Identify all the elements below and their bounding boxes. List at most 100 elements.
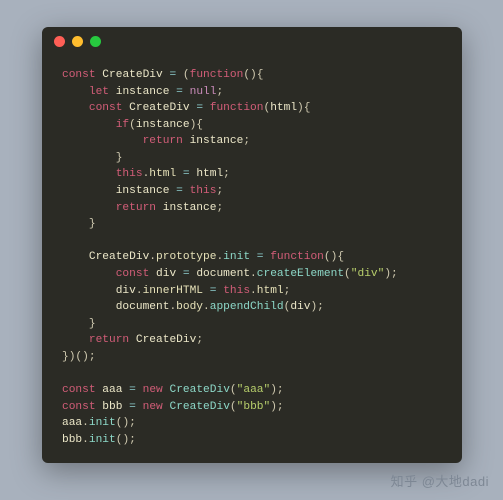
code-token: instance	[190, 135, 244, 147]
code-line	[62, 365, 442, 382]
code-token: bbb	[102, 401, 122, 413]
code-token: );	[270, 401, 283, 413]
code-line: div.innerHTML = this.html;	[62, 283, 442, 300]
code-token: .	[82, 417, 89, 429]
code-token: appendChild	[210, 301, 284, 313]
code-line: CreateDiv.prototype.init = function(){	[62, 249, 442, 266]
code-line: const aaa = new CreateDiv("aaa");	[62, 382, 442, 399]
code-token	[62, 334, 89, 346]
code-line: instance = this;	[62, 183, 442, 200]
code-line: bbb.init();	[62, 432, 442, 449]
code-token: );	[270, 384, 283, 396]
code-line: this.html = html;	[62, 166, 442, 183]
code-token	[62, 119, 116, 131]
code-token: prototype	[156, 251, 216, 263]
code-line: }	[62, 316, 442, 333]
code-token: ;	[243, 135, 250, 147]
code-token: .	[203, 301, 210, 313]
code-token: ;	[196, 334, 203, 346]
minimize-icon[interactable]	[72, 36, 83, 47]
code-line: })();	[62, 349, 442, 366]
code-token: const	[62, 384, 96, 396]
code-line	[62, 233, 442, 250]
code-token: );	[384, 268, 397, 280]
code-token: CreateDiv	[102, 69, 162, 81]
code-token	[62, 86, 89, 98]
code-token: .	[250, 285, 257, 297]
code-token	[62, 301, 116, 313]
code-token: }	[89, 318, 96, 330]
code-token: "bbb"	[237, 401, 271, 413]
code-token: =	[129, 401, 136, 413]
code-token	[62, 318, 89, 330]
code-token: })();	[62, 351, 96, 363]
code-token: (	[230, 384, 237, 396]
code-token: ){	[297, 102, 310, 114]
code-window: const CreateDiv = (function(){ let insta…	[42, 27, 462, 463]
code-token: instance	[116, 86, 170, 98]
code-token: CreateDiv	[169, 384, 229, 396]
code-token: html	[257, 285, 284, 297]
code-token: return	[89, 334, 129, 346]
code-token: this	[116, 168, 143, 180]
code-token: aaa	[62, 417, 82, 429]
code-token	[183, 135, 190, 147]
code-token	[136, 384, 143, 396]
code-token: aaa	[102, 384, 122, 396]
window-titlebar	[42, 27, 462, 55]
code-token	[62, 152, 116, 164]
code-line: const div = document.createElement("div"…	[62, 266, 442, 283]
code-token: .	[136, 285, 143, 297]
code-token	[129, 334, 136, 346]
code-token: .	[149, 251, 156, 263]
code-token: CreateDiv	[89, 251, 149, 263]
code-token: CreateDiv	[129, 102, 189, 114]
code-token: (	[129, 119, 136, 131]
code-token: CreateDiv	[169, 401, 229, 413]
code-token: if	[116, 119, 129, 131]
code-token: function	[210, 102, 264, 114]
code-token	[62, 185, 116, 197]
code-token: CreateDiv	[136, 334, 196, 346]
code-token: function	[190, 69, 244, 81]
code-line: const CreateDiv = (function(){	[62, 67, 442, 84]
code-token: return	[143, 135, 183, 147]
code-token: instance	[163, 202, 217, 214]
watermark-text: 知乎 @大地dadi	[391, 471, 489, 490]
zoom-icon[interactable]	[90, 36, 101, 47]
code-token	[109, 86, 116, 98]
code-token: (){	[324, 251, 344, 263]
code-token: html	[149, 168, 176, 180]
code-token: return	[116, 202, 156, 214]
code-token: =	[129, 384, 136, 396]
code-token: =	[183, 268, 190, 280]
code-token: instance	[116, 185, 170, 197]
code-token: ;	[216, 202, 223, 214]
code-token: "div"	[351, 268, 385, 280]
code-token: this	[223, 285, 250, 297]
code-token: div	[116, 285, 136, 297]
code-token: innerHTML	[143, 285, 203, 297]
code-token	[156, 202, 163, 214]
code-token	[183, 86, 190, 98]
close-icon[interactable]	[54, 36, 65, 47]
code-line: document.body.appendChild(div);	[62, 299, 442, 316]
code-token: }	[116, 152, 123, 164]
code-token	[62, 135, 143, 147]
code-line: return instance;	[62, 133, 442, 150]
code-token	[62, 102, 89, 114]
code-token: (){	[243, 69, 263, 81]
code-token: ();	[116, 417, 136, 429]
code-token: (	[176, 69, 189, 81]
code-token: =	[183, 168, 190, 180]
code-token: "aaa"	[237, 384, 271, 396]
code-token: const	[62, 69, 96, 81]
code-token: .	[82, 434, 89, 446]
code-line: const bbb = new CreateDiv("bbb");	[62, 399, 442, 416]
code-token	[62, 168, 116, 180]
code-token: instance	[136, 119, 190, 131]
code-token: createElement	[257, 268, 344, 280]
code-token: =	[176, 86, 183, 98]
code-line: aaa.init();	[62, 415, 442, 432]
code-line: }	[62, 150, 442, 167]
